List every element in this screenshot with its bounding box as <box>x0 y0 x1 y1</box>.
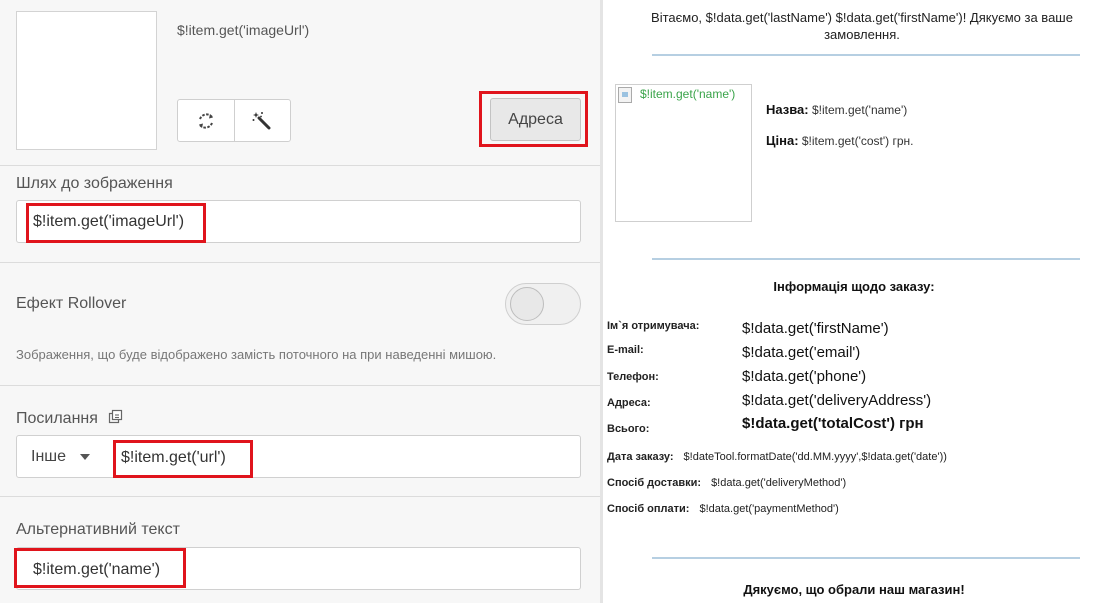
divider <box>0 385 600 386</box>
rollover-hint: Зображення, що буде відображено замість … <box>16 347 497 362</box>
image-url-text: $!item.get('imageUrl') <box>177 22 310 38</box>
extra-row-value: $!dateTool.formatDate('dd.MM.yyyy',$!dat… <box>683 451 947 463</box>
image-path-value: $!item.get('imageUrl') <box>33 213 185 230</box>
popout-link-icon[interactable] <box>108 409 123 424</box>
thanks-text: Дякуємо, що обрали наш магазин! <box>743 582 965 597</box>
order-row-label: Телефон: <box>607 371 659 383</box>
image-path-label: Шлях до зображення <box>16 175 173 192</box>
divider-line <box>652 557 1080 559</box>
extra-row-label: Спосіб оплати: <box>607 503 690 515</box>
product-price-line: Ціна: $!item.get('cost') грн. <box>766 133 914 148</box>
product-name-label: Назва: <box>766 102 809 117</box>
product-image[interactable]: $!item.get('name') <box>615 84 752 222</box>
refresh-icon <box>198 112 213 129</box>
extra-row: Дата заказу: $!dateTool.formatDate('dd.MM… <box>607 451 947 463</box>
divider-line <box>652 54 1080 56</box>
divider-line <box>652 258 1080 260</box>
order-info-title: Інформація щодо заказу: <box>773 279 935 294</box>
rollover-toggle[interactable] <box>505 283 581 325</box>
greeting-text: Вітаємо, $!data.get('lastName') $!data.g… <box>651 10 1073 42</box>
product-price-value: $!item.get('cost') грн. <box>801 134 914 148</box>
email-preview: Вітаємо, $!data.get('lastName') $!data.g… <box>603 0 1105 603</box>
chevron-down-icon <box>80 453 91 460</box>
magic-wand-icon <box>252 111 271 129</box>
order-row-label: E-mail: <box>607 344 644 356</box>
divider <box>0 262 600 263</box>
product-name-line: Назва: $!item.get('name') <box>766 102 907 117</box>
order-row-value: $!data.get('email') <box>742 344 861 361</box>
broken-image-icon <box>618 87 632 103</box>
link-label-row: Посилання <box>16 409 123 428</box>
address-button[interactable]: Адреса <box>490 98 581 141</box>
image-alt-text: $!item.get('name') <box>640 87 736 101</box>
order-row-value: $!data.get('firstName') <box>742 320 889 337</box>
order-row-label: Всього: <box>607 423 650 435</box>
image-preview-thumbnail[interactable] <box>16 11 157 150</box>
link-type-select[interactable]: Інше <box>16 435 104 478</box>
replace-image-button[interactable] <box>178 100 234 141</box>
extra-row: Спосіб доставки: $!data.get('deliveryMeth… <box>607 477 846 489</box>
image-settings-panel: $!item.get('imageUrl') Адреса Шлях до зо… <box>0 0 600 603</box>
image-action-group <box>177 99 291 142</box>
toggle-knob <box>510 287 544 321</box>
alt-text-value: $!item.get('name') <box>33 561 161 578</box>
product-price-label: Ціна: <box>766 133 799 148</box>
order-row-label: Ім`я отримувача: <box>607 320 700 332</box>
extra-row-label: Спосіб доставки: <box>607 477 702 489</box>
order-row-value: $!data.get('phone') <box>742 368 867 385</box>
extra-row: Спосіб оплати: $!data.get('paymentMethod'… <box>607 503 839 515</box>
order-row-label: Адреса: <box>607 397 651 409</box>
alt-text-label: Альтернативний текст <box>16 521 180 538</box>
rollover-label: Ефект Rollover <box>16 295 127 312</box>
divider <box>0 165 600 166</box>
order-total-value: $!data.get('totalCost') грн <box>742 415 924 432</box>
link-url-value: $!item.get('url') <box>121 449 226 466</box>
product-name-value: $!item.get('name') <box>811 103 908 117</box>
extra-row-value: $!data.get('deliveryMethod') <box>711 477 847 489</box>
link-type-value: Інше <box>31 447 67 465</box>
order-row-value: $!data.get('deliveryAddress') <box>742 392 932 409</box>
magic-edit-button[interactable] <box>233 100 291 141</box>
broken-image: $!item.get('name') <box>618 87 735 103</box>
link-label: Посилання <box>16 410 98 427</box>
extra-row-value: $!data.get('paymentMethod') <box>699 503 839 515</box>
extra-row-label: Дата заказу: <box>607 451 674 463</box>
divider <box>0 496 600 497</box>
